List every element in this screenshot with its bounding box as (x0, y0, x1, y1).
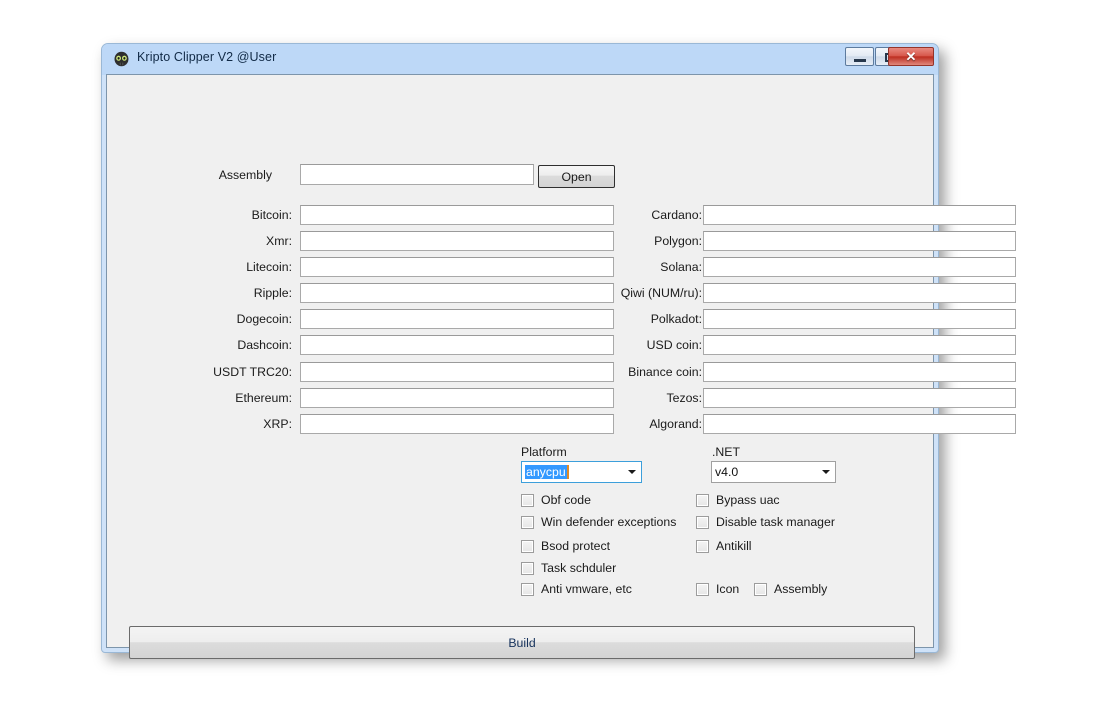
checkbox-box[interactable] (521, 540, 534, 553)
checkbox-row[interactable]: Task schduler (521, 561, 616, 575)
field-input[interactable] (703, 362, 1016, 382)
field-label: Tezos: (582, 391, 702, 405)
field-label: Polkadot: (582, 312, 702, 326)
skull-icon (113, 51, 130, 68)
field-label: USD coin: (582, 338, 702, 352)
checkbox-label: Disable task manager (716, 515, 835, 529)
field-input[interactable] (300, 335, 614, 355)
checkbox-label: Bsod protect (541, 539, 610, 553)
field-label: Solana: (582, 260, 702, 274)
field-label: Binance coin: (582, 365, 702, 379)
checkbox-label: Bypass uac (716, 493, 780, 507)
checkbox-box[interactable] (696, 494, 709, 507)
checkbox-box[interactable] (521, 583, 534, 596)
checkbox-label: Anti vmware, etc (541, 582, 632, 596)
dotnet-caption: .NET (712, 445, 740, 459)
field-label: Qiwi (NUM/ru): (582, 286, 702, 300)
field-input[interactable] (300, 205, 614, 225)
checkbox-label: Task schduler (541, 561, 616, 575)
field-input[interactable] (300, 388, 614, 408)
checkbox-label: Win defender exceptions (541, 515, 676, 529)
field-input[interactable] (300, 414, 614, 434)
application-window: Kripto Clipper V2 @User ✕ Assembly Open … (101, 43, 939, 653)
window-client-area: Assembly Open Bitcoin: Xmr: Litecoin: Rippl… (106, 74, 934, 648)
field-input[interactable] (300, 257, 614, 277)
field-label: Ripple: (182, 286, 292, 300)
field-input[interactable] (703, 205, 1016, 225)
field-input[interactable] (300, 362, 614, 382)
field-label: Cardano: (582, 208, 702, 222)
chevron-down-icon[interactable] (623, 463, 640, 481)
platform-caption: Platform (521, 445, 567, 459)
open-button[interactable]: Open (538, 165, 615, 188)
field-input[interactable] (703, 414, 1016, 434)
checkbox-row[interactable]: Bypass uac (696, 493, 780, 507)
checkbox-row[interactable]: Antikill (696, 539, 752, 553)
checkbox-box[interactable] (696, 583, 709, 596)
checkbox-box[interactable] (754, 583, 767, 596)
field-label: Polygon: (582, 234, 702, 248)
field-label: Ethereum: (182, 391, 292, 405)
field-label: Dashcoin: (182, 338, 292, 352)
field-input[interactable] (300, 283, 614, 303)
checkbox-label: Assembly (774, 582, 827, 596)
window-title: Kripto Clipper V2 @User (137, 50, 276, 64)
checkbox-row[interactable]: Win defender exceptions (521, 515, 676, 529)
field-label: Dogecoin: (182, 312, 292, 326)
field-label: Xmr: (182, 234, 292, 248)
close-icon: ✕ (889, 48, 933, 65)
field-input[interactable] (703, 388, 1016, 408)
field-input[interactable] (300, 309, 614, 329)
assembly-input[interactable] (300, 164, 534, 185)
dotnet-combobox[interactable]: v4.0 (711, 461, 836, 483)
checkbox-row[interactable]: Bsod protect (521, 539, 610, 553)
assembly-label: Assembly (192, 168, 272, 182)
close-button[interactable]: ✕ (888, 47, 934, 66)
minimize-button[interactable] (845, 47, 874, 66)
field-label: USDT TRC20: (182, 365, 292, 379)
field-input[interactable] (703, 283, 1016, 303)
platform-combobox[interactable]: anycpu (521, 461, 642, 483)
chevron-down-icon[interactable] (817, 463, 834, 481)
checkbox-row[interactable]: Icon (696, 582, 739, 596)
build-button[interactable]: Build (129, 626, 915, 659)
field-input[interactable] (703, 231, 1016, 251)
checkbox-box[interactable] (696, 516, 709, 529)
checkbox-box[interactable] (521, 516, 534, 529)
minimize-icon (854, 59, 866, 62)
checkbox-row[interactable]: Obf code (521, 493, 591, 507)
field-input[interactable] (703, 257, 1016, 277)
field-input[interactable] (703, 309, 1016, 329)
dotnet-selected-value: v4.0 (715, 465, 738, 479)
checkbox-box[interactable] (521, 562, 534, 575)
checkbox-box[interactable] (521, 494, 534, 507)
checkbox-row[interactable]: Assembly (754, 582, 827, 596)
field-label: Algorand: (582, 417, 702, 431)
checkbox-label: Antikill (716, 539, 752, 553)
checkbox-row[interactable]: Disable task manager (696, 515, 835, 529)
checkbox-label: Obf code (541, 493, 591, 507)
title-bar: Kripto Clipper V2 @User ✕ (102, 44, 938, 75)
platform-selected-value: anycpu (525, 465, 569, 479)
checkbox-row[interactable]: Anti vmware, etc (521, 582, 632, 596)
checkbox-label: Icon (716, 582, 739, 596)
checkbox-box[interactable] (696, 540, 709, 553)
field-label: Bitcoin: (182, 208, 292, 222)
field-input[interactable] (703, 335, 1016, 355)
field-label: Litecoin: (182, 260, 292, 274)
field-label: XRP: (182, 417, 292, 431)
field-input[interactable] (300, 231, 614, 251)
